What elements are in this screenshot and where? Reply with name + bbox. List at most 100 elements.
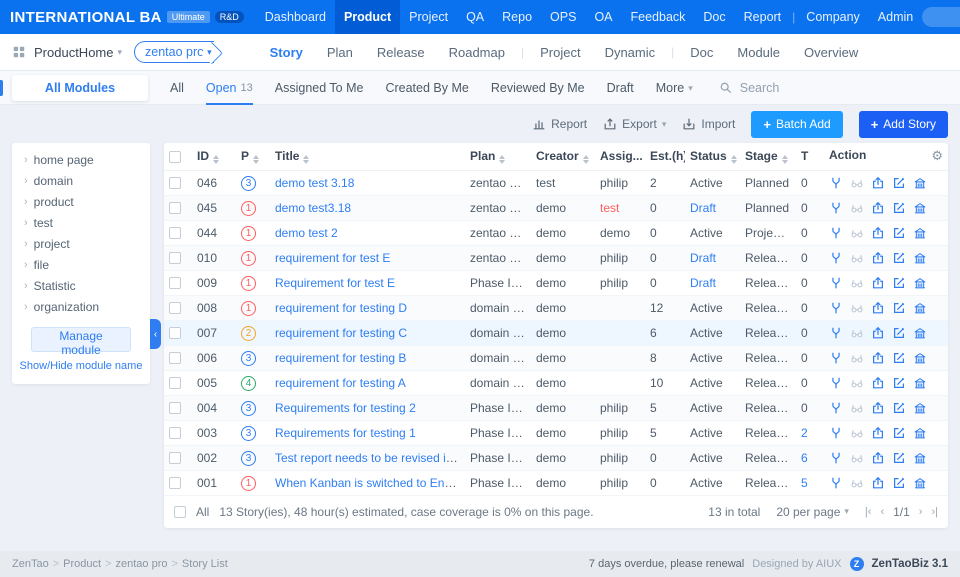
global-search-input[interactable] xyxy=(922,7,960,27)
top-menu-item[interactable]: Feedback xyxy=(622,0,695,34)
subdivide-icon[interactable] xyxy=(829,226,843,240)
story-title-link[interactable]: Requirement for test E xyxy=(275,276,395,290)
breadcrumb-product-name[interactable]: zentao pro xyxy=(116,558,168,570)
module-tree-item[interactable]: › project xyxy=(12,233,150,254)
review-icon[interactable] xyxy=(850,376,864,390)
sort-icon[interactable] xyxy=(253,155,259,164)
top-menu-item[interactable]: Admin xyxy=(869,0,922,34)
batch-add-button[interactable]: + Batch Add xyxy=(751,111,842,138)
first-page-button[interactable]: |‹ xyxy=(865,506,872,518)
product-tab[interactable]: Project xyxy=(528,45,592,60)
edit-icon[interactable] xyxy=(892,376,906,390)
product-tab[interactable]: Overview xyxy=(792,45,870,60)
story-title-link[interactable]: demo test3.18 xyxy=(275,201,351,215)
subdivide-icon[interactable] xyxy=(829,301,843,315)
prev-page-button[interactable]: ‹ xyxy=(880,506,884,518)
edit-icon[interactable] xyxy=(892,401,906,415)
col-task-count[interactable]: T xyxy=(796,143,824,170)
module-tree-item[interactable]: › organization xyxy=(12,296,150,317)
module-tree-item[interactable]: › domain xyxy=(12,170,150,191)
copy-icon[interactable] xyxy=(913,351,927,365)
footer-select-all-checkbox[interactable] xyxy=(174,506,186,518)
change-icon[interactable] xyxy=(871,351,885,365)
current-product-dropdown[interactable]: zentao pro ▾ xyxy=(134,41,214,63)
import-button[interactable]: Import xyxy=(682,117,735,131)
subdivide-icon[interactable] xyxy=(829,426,843,440)
change-icon[interactable] xyxy=(871,401,885,415)
col-creator[interactable]: Creator xyxy=(531,143,595,170)
top-menu-item[interactable]: QA xyxy=(457,0,493,34)
filter-item[interactable]: Open 13 xyxy=(206,71,253,105)
story-title-link[interactable]: Test report needs to be revised in Engli… xyxy=(275,451,465,465)
all-modules-button[interactable]: All Modules xyxy=(12,75,148,101)
filter-item[interactable]: More ▾ xyxy=(656,71,693,105)
copy-icon[interactable] xyxy=(913,276,927,290)
per-page-select[interactable]: 20 per page ▾ xyxy=(776,505,849,519)
edit-icon[interactable] xyxy=(892,326,906,340)
review-icon[interactable] xyxy=(850,301,864,315)
top-menu-item[interactable]: OA xyxy=(585,0,621,34)
subdivide-icon[interactable] xyxy=(829,176,843,190)
copy-icon[interactable] xyxy=(913,301,927,315)
row-checkbox[interactable] xyxy=(169,427,181,439)
review-icon[interactable] xyxy=(850,401,864,415)
top-menu-item[interactable]: Dashboard xyxy=(256,0,335,34)
sort-icon[interactable] xyxy=(213,155,219,164)
breadcrumb-zentao[interactable]: ZenTao xyxy=(12,558,49,570)
col-plan[interactable]: Plan xyxy=(465,143,531,170)
col-assigned[interactable]: Assig... xyxy=(595,143,645,170)
change-icon[interactable] xyxy=(871,476,885,490)
change-icon[interactable] xyxy=(871,276,885,290)
row-checkbox[interactable] xyxy=(169,302,181,314)
next-page-button[interactable]: › xyxy=(919,506,923,518)
row-checkbox[interactable] xyxy=(169,202,181,214)
last-page-button[interactable]: ›| xyxy=(931,506,938,518)
sort-icon[interactable] xyxy=(782,155,788,164)
change-icon[interactable] xyxy=(871,176,885,190)
change-icon[interactable] xyxy=(871,451,885,465)
report-button[interactable]: Report xyxy=(532,117,587,131)
subdivide-icon[interactable] xyxy=(829,201,843,215)
review-icon[interactable] xyxy=(850,201,864,215)
top-menu-item[interactable]: Product xyxy=(335,0,400,34)
review-icon[interactable] xyxy=(850,226,864,240)
product-tab[interactable]: Story xyxy=(258,45,315,60)
product-tab[interactable]: Release xyxy=(365,45,437,60)
edit-icon[interactable] xyxy=(892,251,906,265)
sidebar-collapse-handle[interactable]: ‹ xyxy=(150,319,161,349)
subdivide-icon[interactable] xyxy=(829,351,843,365)
review-icon[interactable] xyxy=(850,326,864,340)
review-icon[interactable] xyxy=(850,451,864,465)
module-tree-item[interactable]: › home page xyxy=(12,149,150,170)
edit-icon[interactable] xyxy=(892,351,906,365)
show-hide-module-link[interactable]: Show/Hide module name xyxy=(12,360,150,372)
row-checkbox[interactable] xyxy=(169,277,181,289)
top-menu-item[interactable]: Doc xyxy=(694,0,734,34)
story-title-link[interactable]: Requirements for testing 1 xyxy=(275,426,416,440)
copy-icon[interactable] xyxy=(913,426,927,440)
row-checkbox[interactable] xyxy=(169,477,181,489)
manage-module-button[interactable]: Manage module xyxy=(31,327,131,352)
change-icon[interactable] xyxy=(871,201,885,215)
select-all-checkbox[interactable] xyxy=(169,151,181,163)
story-title-link[interactable]: When Kanban is switched to English, the … xyxy=(275,476,465,490)
copy-icon[interactable] xyxy=(913,201,927,215)
change-icon[interactable] xyxy=(871,326,885,340)
product-tab[interactable]: Roadmap xyxy=(437,45,517,60)
copy-icon[interactable] xyxy=(913,326,927,340)
module-tree-item[interactable]: › Statistic xyxy=(12,275,150,296)
top-menu-item[interactable]: Company xyxy=(797,0,869,34)
story-title-link[interactable]: requirement for testing B xyxy=(275,351,406,365)
change-icon[interactable] xyxy=(871,376,885,390)
review-icon[interactable] xyxy=(850,251,864,265)
col-status[interactable]: Status xyxy=(685,143,740,170)
col-priority[interactable]: P xyxy=(236,143,270,170)
product-home-dropdown[interactable]: ProductHome ▾ xyxy=(34,45,122,60)
top-menu-item[interactable]: Project xyxy=(400,0,457,34)
col-title[interactable]: Title xyxy=(270,143,465,170)
review-icon[interactable] xyxy=(850,476,864,490)
edit-icon[interactable] xyxy=(892,301,906,315)
product-tab[interactable]: Doc xyxy=(678,45,725,60)
story-title-link[interactable]: demo test 3.18 xyxy=(275,176,354,190)
subdivide-icon[interactable] xyxy=(829,476,843,490)
